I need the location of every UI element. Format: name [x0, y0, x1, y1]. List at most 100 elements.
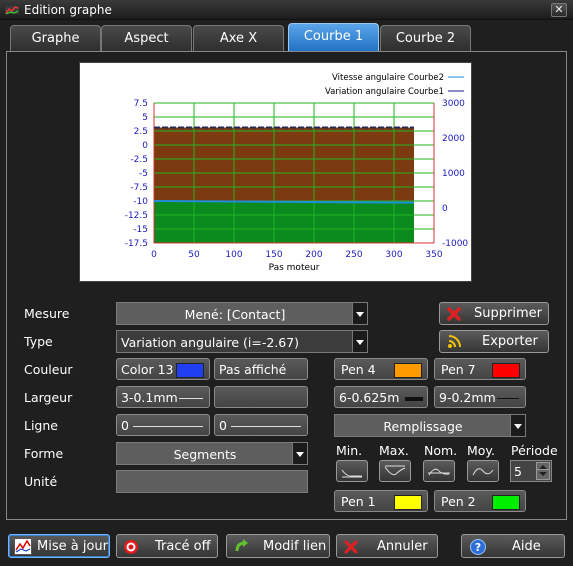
- periode-label: Période: [511, 443, 558, 458]
- largeur-value: 3-0.1mm: [121, 390, 178, 405]
- ligne-button-2[interactable]: 0: [214, 414, 308, 436]
- line-preview: [179, 398, 203, 399]
- y-left-tick-label: -12.5: [125, 211, 148, 221]
- chart-preview: 7.5 5 2.5 0 -2.5 -5 -7.5 -10 -12.5 -15 -17.5 3000 20…: [79, 62, 472, 282]
- y-right-tick-label: 1000: [442, 169, 465, 179]
- y-left-tick-label: 5: [142, 113, 148, 123]
- x-tick-label: 300: [385, 250, 402, 260]
- x-tick-label: 50: [188, 250, 200, 260]
- nom-marker-button[interactable]: [423, 460, 455, 482]
- modif-lien-label: Modif lien: [263, 539, 327, 554]
- exporter-button[interactable]: Exporter: [439, 330, 549, 353]
- pas-affiche-label: Pas affiché: [219, 362, 287, 377]
- y-left-tick-label: -10: [133, 197, 148, 207]
- mesure-value: Mené: [Contact]: [184, 307, 286, 322]
- max-curve-icon: [384, 465, 406, 476]
- ligne-value-1: 0: [121, 418, 129, 433]
- close-icon[interactable]: ✕: [551, 3, 567, 17]
- cancel-icon: [344, 540, 358, 554]
- largeur-button-2[interactable]: [214, 386, 308, 408]
- annuler-label: Annuler: [377, 539, 428, 554]
- trace-off-button[interactable]: Tracé off: [116, 534, 218, 558]
- supprimer-label: Supprimer: [474, 306, 542, 321]
- mise-a-jour-button[interactable]: Mise à jour: [8, 534, 110, 558]
- pen4-label: Pen 4: [341, 362, 376, 377]
- x-tick-label: 150: [265, 250, 282, 260]
- annuler-button[interactable]: Annuler: [336, 534, 438, 558]
- line-preview: [231, 426, 301, 427]
- pen7-button[interactable]: Pen 7: [434, 358, 526, 380]
- largeur-label: Largeur: [24, 390, 73, 405]
- legend-label-courbe2: Vitesse angulaire Courbe2: [332, 73, 444, 83]
- tab-courbe-1[interactable]: Courbe 1: [288, 23, 379, 52]
- window-title: Edition graphe: [24, 3, 112, 17]
- x-tick-label: 350: [425, 250, 442, 260]
- tab-aspect[interactable]: Aspect: [101, 25, 192, 51]
- ligne-button-1[interactable]: 0: [116, 414, 210, 436]
- supprimer-button[interactable]: Supprimer: [439, 302, 549, 325]
- type-select[interactable]: Variation angulaire (i=-2.67): [116, 330, 368, 353]
- couleur-button[interactable]: Color 13: [116, 358, 210, 380]
- line-preview: [405, 397, 423, 401]
- width-button-1[interactable]: 6-0.625m: [334, 386, 428, 408]
- aide-button[interactable]: ? Aide: [461, 534, 565, 558]
- line-preview: [497, 398, 519, 399]
- color-swatch: [176, 363, 204, 378]
- pen4-button[interactable]: Pen 4: [334, 358, 428, 380]
- min-label: Min.: [336, 443, 363, 458]
- ligne-label: Ligne: [24, 418, 58, 433]
- tab-axe-x[interactable]: Axe X: [193, 25, 284, 51]
- color-swatch: [394, 495, 422, 510]
- moy-curve-icon: [472, 468, 494, 476]
- color-swatch: [492, 363, 520, 378]
- export-icon: [448, 335, 461, 348]
- remplissage-select[interactable]: Remplissage: [334, 414, 526, 437]
- min-marker-button[interactable]: [336, 460, 368, 482]
- x-axis-title: Pas moteur: [269, 263, 320, 273]
- help-icon: ?: [470, 539, 486, 555]
- y-left-tick-label: -15: [133, 225, 148, 235]
- pen1-button[interactable]: Pen 1: [334, 490, 428, 512]
- area-fill-lower: [154, 201, 414, 243]
- target-icon: [124, 540, 138, 554]
- pas-affiche-button[interactable]: Pas affiché: [214, 358, 308, 380]
- chart-svg: 7.552.50-2.5-5-7.5-10-12.5-15-17.5300020…: [125, 73, 469, 273]
- couleur-value: Color 13: [121, 362, 174, 377]
- y-left-tick-label: -17.5: [125, 239, 148, 249]
- mesure-select[interactable]: Mené: [Contact]: [116, 302, 368, 325]
- y-left-tick-label: 7.5: [134, 99, 148, 109]
- y-left-tick-label: -7.5: [130, 183, 148, 193]
- remplissage-value: Remplissage: [383, 419, 463, 434]
- ligne-value-2: 0: [219, 418, 227, 433]
- unite-input[interactable]: [116, 470, 308, 493]
- largeur-button[interactable]: 3-0.1mm: [116, 386, 210, 408]
- max-marker-button[interactable]: [379, 460, 411, 482]
- link-arrow-icon: [235, 539, 248, 552]
- nom-label: Nom.: [424, 443, 458, 458]
- y-left-tick-label: -5: [139, 169, 148, 179]
- periode-spinner[interactable]: 5: [510, 460, 552, 482]
- forme-select[interactable]: Segments: [116, 442, 308, 465]
- spinner-down-icon[interactable]: [536, 469, 550, 480]
- tab-graphe[interactable]: Graphe: [10, 25, 101, 51]
- y-right-tick-label: 0: [442, 204, 448, 214]
- color-swatch: [394, 363, 422, 378]
- moy-label: Moy.: [467, 443, 496, 458]
- pen2-button[interactable]: Pen 2: [434, 490, 526, 512]
- modif-lien-button[interactable]: Modif lien: [226, 534, 330, 558]
- type-value: Variation angulaire (i=-2.67): [121, 335, 300, 350]
- color-swatch: [492, 495, 520, 510]
- width-value-2: 9-0.2mm: [439, 390, 496, 405]
- width-button-2[interactable]: 9-0.2mm: [434, 386, 526, 408]
- width-value-1: 6-0.625m: [339, 390, 400, 405]
- type-label: Type: [24, 334, 53, 349]
- y-left-tick-label: 2.5: [134, 127, 148, 137]
- couleur-label: Couleur: [24, 362, 73, 377]
- chevron-down-icon: [352, 331, 367, 352]
- tab-courbe-2[interactable]: Courbe 2: [380, 25, 471, 51]
- x-tick-label: 250: [345, 250, 362, 260]
- y-right-tick-label: -1000: [442, 239, 468, 249]
- moy-marker-button[interactable]: [467, 460, 499, 482]
- trace-off-label: Tracé off: [155, 539, 211, 554]
- pen1-label: Pen 1: [341, 494, 376, 509]
